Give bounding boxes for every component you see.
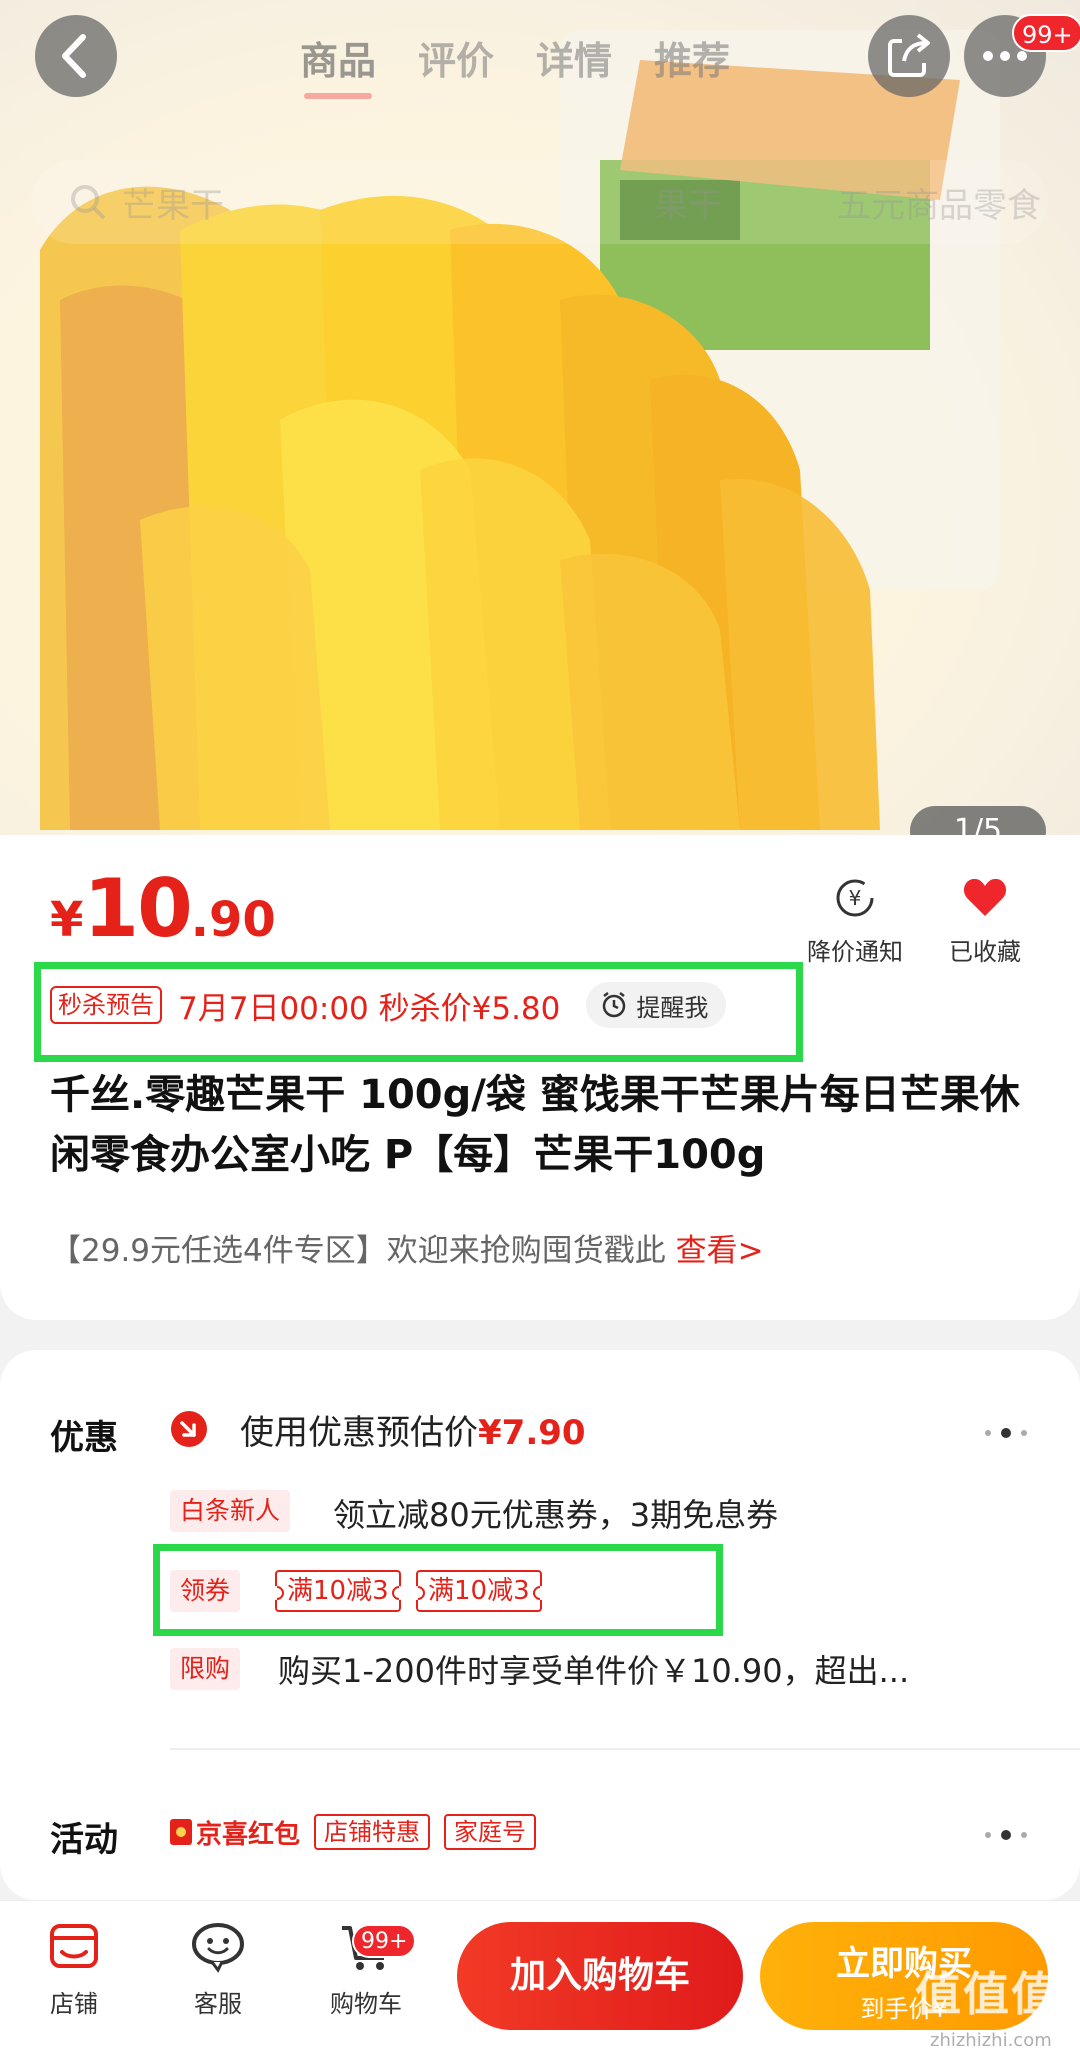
search-bar[interactable]: 芒果干 果干 五元商品零食 <box>32 160 1047 244</box>
price-decimal: .90 <box>190 892 276 948</box>
add-to-cart-button[interactable]: 加入购物车 <box>457 1922 743 2030</box>
tab-reviews[interactable]: 评价 <box>418 30 494 85</box>
store-label: 店铺 <box>50 1990 98 2018</box>
highlight-box <box>153 1544 723 1636</box>
promo-line[interactable]: 【29.9元任选4件专区】欢迎来抢购囤货戳此 查看> <box>50 1225 764 1270</box>
activity-row[interactable]: 京喜红包 店铺特惠 家庭号 <box>170 1812 537 1852</box>
activity-more-icon[interactable] <box>985 1830 1027 1840</box>
jx-label: 京喜红包 <box>196 1819 301 1850</box>
product-image-carousel[interactable]: 商品 评价 详情 推荐 芒果干 果干 五元商品零食 1/5 <box>0 0 1080 835</box>
share-button[interactable] <box>868 15 950 97</box>
watermark-url: zhizhizhi.com <box>930 2030 1052 2051</box>
back-button[interactable] <box>35 15 117 97</box>
nav-tabs: 商品 评价 详情 推荐 <box>300 30 730 99</box>
activity-chip: 店铺特惠 <box>314 1814 431 1850</box>
price-currency: ¥ <box>50 892 84 948</box>
watermark-logo: 值值值 <box>915 1967 1059 2021</box>
divider <box>170 1748 1080 1750</box>
discount-arrow-icon <box>171 1411 207 1447</box>
search-icon <box>71 185 106 220</box>
promo-text: 【29.9元任选4件专区】欢迎来抢购囤货戳此 <box>50 1233 666 1269</box>
tab-details[interactable]: 详情 <box>536 30 612 85</box>
red-envelope-icon <box>170 1819 192 1845</box>
baitiao-tag: 白条新人 <box>170 1490 291 1532</box>
search-suggestion: 五元商品零食 <box>837 186 1041 226</box>
customer-service-button[interactable]: 客服 <box>158 1918 278 2019</box>
activity-chip: 家庭号 <box>444 1814 537 1850</box>
price: ¥10.90 <box>50 862 276 955</box>
price-drop-notify-button[interactable]: ¥ 降价通知 <box>800 876 910 966</box>
baitiao-text[interactable]: 领立减80元优惠券，3期免息券 <box>333 1490 778 1536</box>
jx-red-packet: 京喜红包 <box>170 1814 300 1851</box>
notify-label: 降价通知 <box>807 938 903 966</box>
dried-mango-photo <box>40 30 1000 831</box>
store-icon <box>50 1924 98 1968</box>
offers-more-icon[interactable] <box>985 1428 1027 1438</box>
service-label: 客服 <box>194 1990 242 2018</box>
cart-label: 购物车 <box>330 1990 402 2018</box>
favorite-button[interactable]: 已收藏 <box>935 876 1035 966</box>
limit-tag: 限购 <box>170 1648 241 1690</box>
chat-face-icon <box>192 1923 244 1973</box>
estimate-prefix: 使用优惠预估价 <box>240 1413 478 1453</box>
estimate-value: ¥7.90 <box>478 1413 586 1453</box>
price-alert-icon: ¥ <box>836 879 874 917</box>
limit-text[interactable]: 购买1-200件时享受单件价￥10.90，超出... <box>278 1646 909 1692</box>
promo-view-link[interactable]: 查看> <box>676 1233 764 1269</box>
svg-text:¥: ¥ <box>849 886 862 910</box>
cart-count-badge: 99+ <box>352 1924 417 1958</box>
search-placeholder: 芒果干 <box>122 186 224 226</box>
highlight-box <box>34 962 803 1062</box>
product-title: 千丝.零趣芒果干 100g/袋 蜜饯果干芒果片每日芒果休闲零食办公室小吃 P【每… <box>50 1072 1020 1178</box>
offers-label: 优惠 <box>50 1418 118 1458</box>
store-button[interactable]: 店铺 <box>14 1918 134 2019</box>
price-integer: 10 <box>83 862 192 955</box>
search-suggestion: 果干 <box>654 186 722 226</box>
chevron-left-icon <box>62 34 86 78</box>
tab-product[interactable]: 商品 <box>300 30 376 99</box>
share-icon <box>888 33 930 77</box>
activity-label: 活动 <box>50 1820 118 1860</box>
tab-recommend[interactable]: 推荐 <box>654 30 730 85</box>
favorite-label: 已收藏 <box>949 938 1021 966</box>
image-counter: 1/5 <box>910 806 1046 835</box>
heart-icon <box>963 878 1007 916</box>
message-badge: 99+ <box>1012 14 1080 52</box>
estimated-price[interactable]: 使用优惠预估价¥7.90 <box>240 1405 586 1454</box>
